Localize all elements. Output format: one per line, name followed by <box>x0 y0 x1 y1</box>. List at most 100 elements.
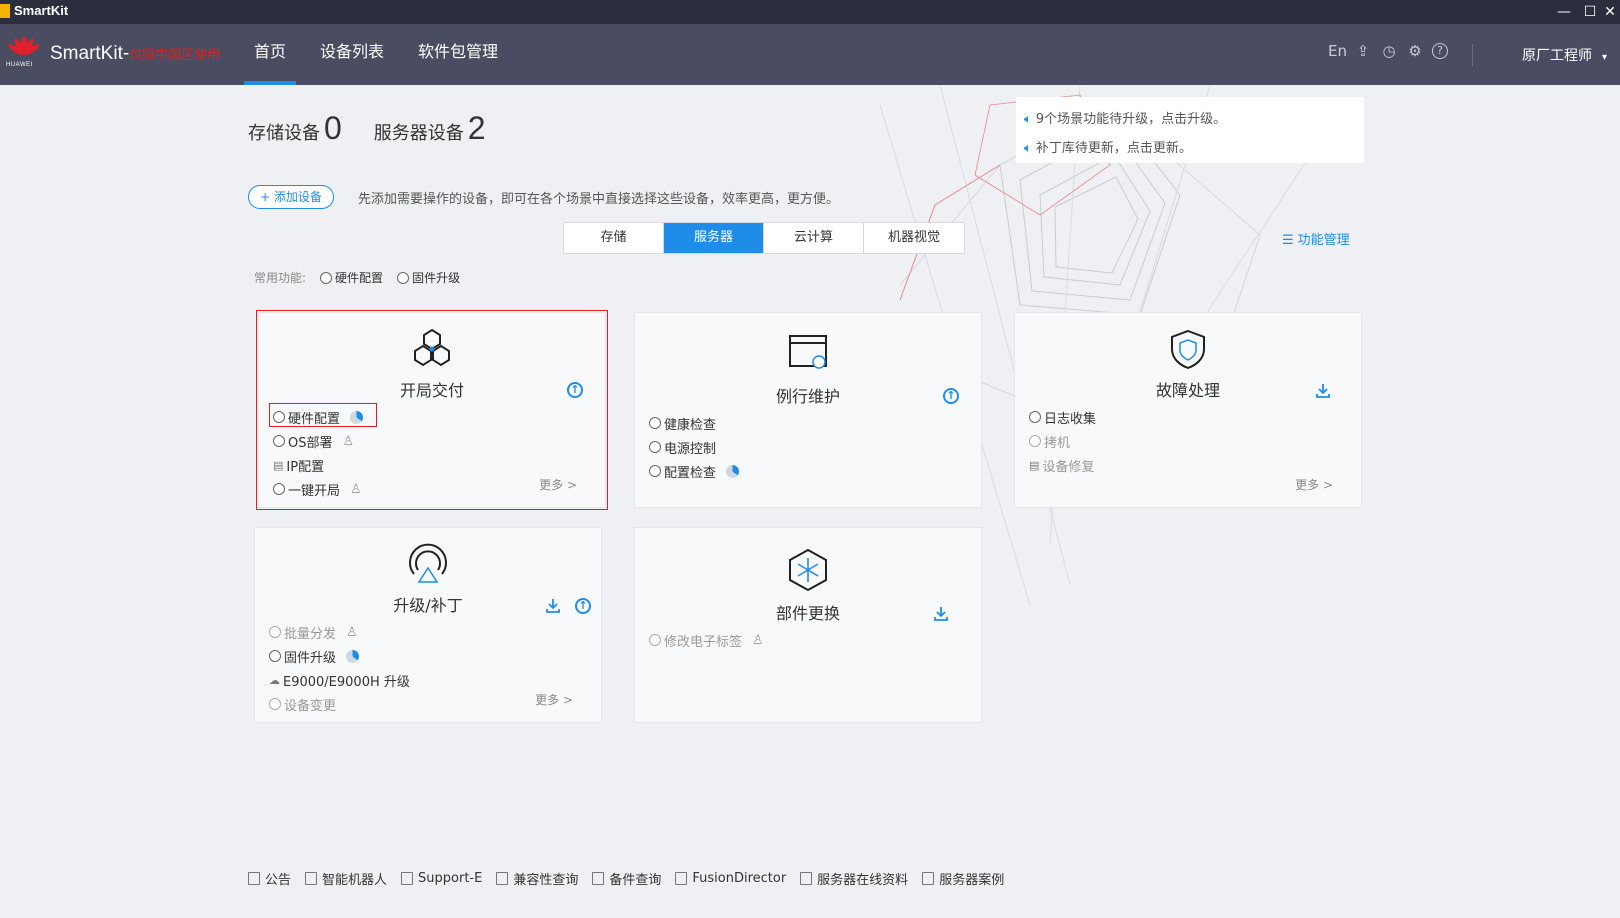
smartkit-app-icon <box>0 4 10 18</box>
minimize-button[interactable]: — <box>1552 0 1576 24</box>
card-replace: 部件更换 修改电子标签 ♙ <box>634 527 982 723</box>
footer-support-e[interactable]: Support-E <box>401 869 482 888</box>
footer-robot[interactable]: 智能机器人 <box>305 869 387 888</box>
item-os-deploy[interactable]: OS部署 ♙ <box>273 429 363 453</box>
download-icon[interactable] <box>1315 383 1331 399</box>
huawei-logo: HUAWEI <box>6 36 42 70</box>
document-icon <box>592 872 605 885</box>
clock-icon[interactable]: ◷ <box>1380 42 1398 60</box>
download-icon[interactable] <box>933 606 949 622</box>
cloud-icon: ☁︎ <box>269 673 280 687</box>
user-menu[interactable]: 原厂工程师 ▾ <box>1522 45 1607 65</box>
card-item-list: 修改电子标签 ♙ <box>649 628 764 652</box>
add-device-button[interactable]: + 添加设备 <box>248 185 334 209</box>
tab-storage[interactable]: 存储 <box>564 223 664 253</box>
more-link[interactable]: 更多 > <box>1295 476 1333 493</box>
document-icon <box>496 872 509 885</box>
card-title: 故障处理 <box>1155 381 1220 400</box>
nav-device-list[interactable]: 设备列表 <box>310 24 394 85</box>
item-log-collection[interactable]: 日志收集 <box>1029 405 1096 429</box>
footer-cases[interactable]: 服务器案例 <box>922 869 1004 888</box>
footer-spare-parts[interactable]: 备件查询 <box>592 869 661 888</box>
item-health-check[interactable]: 健康检查 <box>649 411 739 435</box>
card-title: 开局交付 <box>399 381 464 400</box>
item-batch-distribute[interactable]: 批量分发 ♙ <box>269 620 410 644</box>
storage-device-counter[interactable]: 存储设备 0 <box>248 110 342 147</box>
help-icon[interactable]: ? <box>1432 43 1448 59</box>
card-item-list: 健康检查 电源控制 配置检查 <box>649 411 740 483</box>
person-icon: ♙ <box>350 481 362 497</box>
notice-panel: 🔈︎ 9个场景功能待升级，点击升级。 🔈︎ 补丁库待更新，点击更新。 <box>1016 97 1364 163</box>
item-device-change[interactable]: 设备变更 <box>269 692 410 716</box>
person-icon: ♙ <box>346 624 358 640</box>
speaker-icon: 🔈︎ <box>1024 140 1032 156</box>
notice-patch[interactable]: 🔈︎ 补丁库待更新，点击更新。 <box>1024 134 1356 163</box>
tab-cloud[interactable]: 云计算 <box>764 223 864 253</box>
item-burn-in[interactable]: 拷机 <box>1029 429 1096 453</box>
header-divider <box>1472 44 1473 66</box>
tab-machine-vision[interactable]: 机器视觉 <box>864 223 964 253</box>
upgrade-badge-icon[interactable]: ↑ <box>575 598 591 614</box>
upgrade-badge-icon[interactable]: ↑ <box>943 388 959 404</box>
gear-icon[interactable]: ⚙ <box>1406 42 1424 60</box>
notice-upgrade[interactable]: 🔈︎ 9个场景功能待升级，点击升级。 <box>1024 105 1356 134</box>
list-icon: ☰ <box>1282 233 1294 248</box>
shield-icon <box>1171 329 1205 370</box>
card-title: 部件更换 <box>775 604 840 623</box>
item-edit-elabel[interactable]: 修改电子标签 ♙ <box>649 628 764 652</box>
function-management-link[interactable]: ☰ 功能管理 <box>1282 229 1350 248</box>
upgrade-badge-icon[interactable]: ↑ <box>567 382 583 398</box>
app-header: HUAWEI SmartKit-仅限中国区使用 首页 设备列表 软件包管理 En… <box>0 24 1620 85</box>
item-device-repair[interactable]: ▤ 设备修复 <box>1029 453 1096 477</box>
server-device-counter[interactable]: 服务器设备 2 <box>374 110 486 147</box>
upload-icon[interactable]: ⇪ <box>1354 42 1372 60</box>
footer-online-docs[interactable]: 服务器在线资料 <box>800 869 908 888</box>
radio-icon <box>649 417 661 429</box>
more-link[interactable]: 更多 > <box>539 476 577 493</box>
progress-pie-icon <box>346 649 360 663</box>
window-title: SmartKit <box>14 3 69 18</box>
tab-server[interactable]: 服务器 <box>664 223 764 253</box>
item-e9000-upgrade[interactable]: ☁︎ E9000/E9000H 升级 <box>269 668 410 692</box>
card-deploy: 开局交付 ↑ 硬件配置 OS部署 ♙ ▤ IP配置 一键开局 ♙ 更多 > <box>256 310 608 510</box>
item-power-control[interactable]: 电源控制 <box>649 435 739 459</box>
card-item-list: 日志收集 拷机 ▤ 设备修复 <box>1029 405 1096 477</box>
common-functions: 常用功能: 硬件配置 固件升级 <box>254 269 461 286</box>
card-item-list: 批量分发 ♙ 固件升级 ☁︎ E9000/E9000H 升级 设备变更 <box>269 620 410 716</box>
radio-icon <box>273 435 285 447</box>
case-icon <box>922 872 935 885</box>
close-button[interactable]: ✕ <box>1598 0 1620 24</box>
card-upgrade: 升级/补丁 ↑ 批量分发 ♙ 固件升级 ☁︎ E9000/E9000H 升级 设备变… <box>254 527 602 723</box>
more-link[interactable]: 更多 > <box>535 691 573 708</box>
radio-icon <box>269 698 281 710</box>
item-ip-config[interactable]: ▤ IP配置 <box>273 453 363 477</box>
announcement-icon <box>248 872 260 885</box>
robot-icon <box>305 872 318 885</box>
person-icon: ♙ <box>342 433 355 449</box>
download-icon[interactable] <box>545 598 561 614</box>
item-hardware-config[interactable]: 硬件配置 <box>273 405 364 429</box>
footer-fusiondirector[interactable]: FusionDirector <box>675 869 786 888</box>
radio-icon <box>273 411 285 423</box>
radio-icon <box>320 271 333 284</box>
radio-icon <box>1029 411 1041 423</box>
radio-icon <box>269 626 281 638</box>
footer-announcement[interactable]: 公告 <box>248 869 291 888</box>
language-toggle[interactable]: En <box>1328 42 1347 60</box>
radio-icon <box>649 465 661 477</box>
speaker-icon: 🔈︎ <box>1024 111 1032 127</box>
nav-home[interactable]: 首页 <box>244 24 297 85</box>
database-icon: ▤ <box>273 458 284 472</box>
item-firmware-upgrade[interactable]: 固件升级 <box>269 644 410 668</box>
item-one-click-deploy[interactable]: 一键开局 ♙ <box>273 477 363 501</box>
footer-links: 公告 智能机器人 Support-E 兼容性查询 备件查询 FusionDire… <box>248 869 1018 888</box>
common-option-firmware-upgrade[interactable]: 固件升级 <box>397 269 460 286</box>
radio-icon <box>649 441 661 453</box>
scenario-tabs: 存储 服务器 云计算 机器视觉 <box>563 222 965 254</box>
progress-pie-icon <box>350 410 364 424</box>
footer-compatibility[interactable]: 兼容性查询 <box>496 869 578 888</box>
item-config-check[interactable]: 配置检查 <box>649 459 740 483</box>
nav-package-management[interactable]: 软件包管理 <box>408 24 508 85</box>
common-option-hardware-config[interactable]: 硬件配置 <box>320 269 383 286</box>
card-item-list: 硬件配置 OS部署 ♙ ▤ IP配置 一键开局 ♙ <box>273 405 364 501</box>
